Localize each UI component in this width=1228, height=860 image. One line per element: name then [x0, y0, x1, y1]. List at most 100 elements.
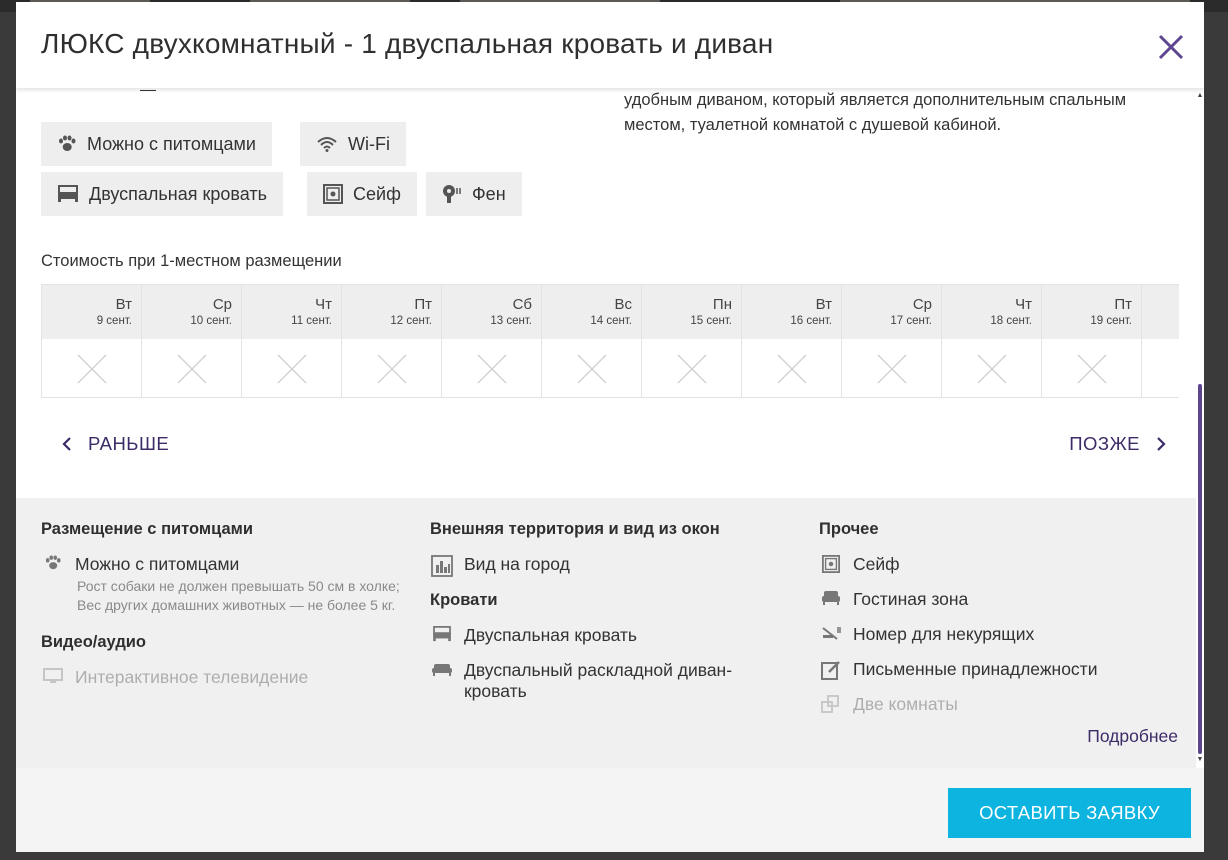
sofa-bed-icon: [432, 664, 452, 676]
earlier-button[interactable]: РАНЬШЕ: [60, 433, 169, 455]
modal-footer: ОСТАВИТЬ ЗАЯВКУ: [16, 768, 1204, 852]
calendar-date: 13 сент.: [490, 315, 532, 327]
feature-label: Двуспальный раскладной диван-кровать: [464, 660, 733, 701]
close-icon: [1158, 34, 1184, 60]
calendar-day-header: Вт 9 сент.: [42, 285, 141, 339]
feature-item: Можно с питомцами: [41, 554, 411, 575]
stationery-icon: [821, 661, 840, 680]
calendar-day: Чт 18 сент.: [942, 285, 1042, 397]
amenity-chip-pets: Можно с питомцами: [41, 122, 272, 166]
calendar-day: Ср 10 сент.: [142, 285, 242, 397]
amenity-chip-hairdryer: Фен: [426, 172, 522, 216]
later-button[interactable]: ПОЗЖЕ: [1069, 433, 1168, 455]
calendar-day-header: Чт 18 сент.: [942, 285, 1041, 339]
feature-label: Можно с питомцами: [75, 554, 240, 574]
unavailable-cell: [342, 339, 441, 397]
modal-title: ЛЮКС двухкомнатный - 1 двуспальная крова…: [41, 28, 774, 59]
calendar-weekday: Чт: [1015, 296, 1032, 313]
sofa-icon: [822, 591, 840, 605]
unavailable-cross-icon: [777, 354, 806, 384]
price-label: Стоимость при 1-местном размещении: [41, 252, 342, 270]
amenity-chip-bed: Двуспальная кровать: [41, 172, 283, 216]
calendar-weekday: Пт: [1114, 296, 1132, 313]
calendar-weekday: Чт: [315, 296, 332, 313]
features-column-pets: Размещение с питомцами Можно с питомцами: [41, 520, 411, 702]
feature-item: Двуспальный раскладной диван-кровать: [430, 660, 800, 702]
video-heading: Видео/аудио: [41, 633, 147, 651]
close-button[interactable]: [1156, 32, 1186, 62]
room-description: удобным диваном, который является дополн…: [624, 91, 1127, 134]
calendar-date: 15 сент.: [690, 315, 732, 327]
calendar-weekday: Вс: [614, 296, 632, 313]
feature-label: Вид на город: [464, 554, 570, 574]
feature-label: Номер для некурящих: [853, 624, 1035, 644]
paw-icon: [45, 555, 61, 570]
chevron-left-icon: [62, 437, 71, 451]
scroll-up-arrow[interactable]: ▲: [1196, 92, 1204, 100]
calendar-day-header: Вт 16 сент.: [742, 285, 841, 339]
unavailable-cell: [842, 339, 941, 397]
feature-label: Сейф: [853, 554, 900, 574]
feature-item: Две комнаты: [819, 694, 1179, 715]
calendar-date: 14 сент.: [590, 315, 632, 327]
chevron-right-icon: [1157, 437, 1166, 451]
feature-item: Сейф: [819, 554, 1179, 575]
calendar-day: Сб 13 сент.: [442, 285, 542, 397]
feature-item: Номер для некурящих: [819, 624, 1179, 645]
pets-heading: Размещение с питомцами: [41, 520, 253, 538]
scroll-thumb[interactable]: [1198, 384, 1202, 754]
calendar-weekday: Вт: [815, 296, 832, 313]
no-smoking-icon: [822, 627, 841, 640]
calendar-day-header: Пт 19 сент.: [1042, 285, 1141, 339]
hairdryer-icon: [443, 185, 461, 203]
unavailable-cell: [742, 339, 841, 397]
calendar-date: 17 сент.: [890, 315, 932, 327]
calendar-day: Пн 15 сент.: [642, 285, 742, 397]
unavailable-cell: [442, 339, 541, 397]
calendar-day: Чт 11 сент.: [242, 285, 342, 397]
features-column-other: Прочее Сейф Гостиная зона Номер для неку…: [819, 520, 1179, 729]
feature-label: Интерактивное телевидение: [75, 667, 309, 687]
beds-heading: Кровати: [430, 591, 498, 609]
unavailable-cell: [642, 339, 741, 397]
scroll-down-arrow[interactable]: ▼: [1196, 756, 1204, 764]
features-section: Размещение с питомцами Можно с питомцами: [16, 498, 1204, 768]
modal-body[interactable]: удобным диваном, который является дополн…: [16, 88, 1204, 768]
unavailable-cell: [542, 339, 641, 397]
scrollbar[interactable]: ▲ ▼: [1196, 88, 1204, 768]
unavailable-cross-icon: [877, 354, 906, 384]
calendar-day: Вт 9 сент.: [42, 285, 142, 397]
feature-item: Интерактивное телевидение: [41, 667, 411, 688]
calendar-day-header: Пн 15 сент.: [642, 285, 741, 339]
calendar-date: 10 сент.: [190, 315, 232, 327]
calendar-date: 12 сент.: [390, 315, 432, 327]
two-rooms-icon: [821, 695, 839, 713]
feature-item: Письменные принадлежности: [819, 659, 1179, 680]
bed-icon: [433, 626, 451, 642]
calendar-date: 11 сент.: [291, 315, 332, 327]
unavailable-cell: [242, 339, 341, 397]
unavailable-cell: [1042, 339, 1141, 397]
feature-label: Гостиная зона: [853, 589, 969, 609]
calendar-date: 18 сент.: [990, 315, 1032, 327]
submit-request-button[interactable]: ОСТАВИТЬ ЗАЯВКУ: [948, 788, 1191, 838]
calendar-day-header: Вс 14 сент.: [542, 285, 641, 339]
features-column-outside: Внешняя территория и вид из окон Вид на …: [430, 520, 800, 716]
more-details-link[interactable]: Подробнее: [1087, 726, 1178, 747]
earlier-label: РАНЬШЕ: [88, 433, 170, 454]
bed-icon: [58, 185, 78, 202]
room-modal: ЛЮКС двухкомнатный - 1 двуспальная крова…: [16, 2, 1204, 852]
calendar-day-partial: [1142, 285, 1179, 397]
feature-item: Гостиная зона: [819, 589, 1179, 610]
city-view-icon: [431, 555, 453, 577]
feature-item: Вид на город: [430, 554, 800, 577]
calendar-weekday: Вт: [115, 296, 132, 313]
later-label: ПОЗЖЕ: [1069, 433, 1140, 454]
calendar-day: Пт 12 сент.: [342, 285, 442, 397]
calendar-day-header: Чт 11 сент.: [242, 285, 341, 339]
text-cursor: [140, 90, 156, 91]
unavailable-cross-icon: [977, 354, 1006, 384]
modal-header: ЛЮКС двухкомнатный - 1 двуспальная крова…: [16, 2, 1204, 88]
tv-icon: [43, 668, 63, 683]
unavailable-cell: [942, 339, 1041, 397]
